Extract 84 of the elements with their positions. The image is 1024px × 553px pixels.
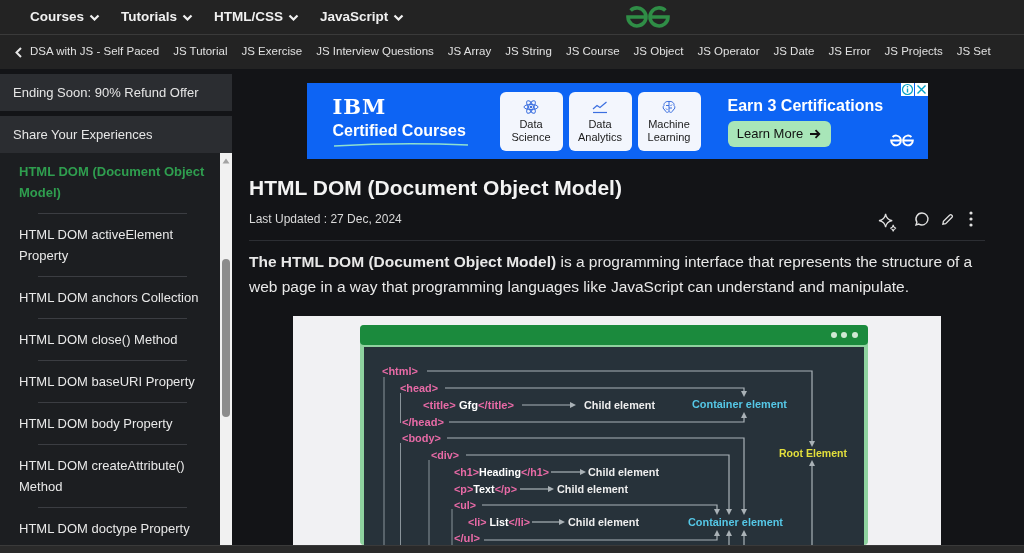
connector-arrow: [531, 519, 565, 525]
code-line: <title> Gfg</title>: [423, 399, 514, 411]
chevron-down-icon: [182, 13, 194, 21]
sidebar-link[interactable]: HTML DOM createAttribute() Method: [0, 445, 220, 507]
subnav-link[interactable]: JS Set: [956, 43, 991, 61]
diagram-label: Child element: [557, 483, 630, 495]
sidebar-link[interactable]: HTML DOM activeElement Property: [0, 214, 220, 276]
diagram-label: Container element: [692, 398, 788, 410]
promo-link[interactable]: Share Your Experiences: [0, 116, 232, 153]
category-card[interactable]: Data Analytics: [568, 91, 632, 151]
sidebar-link[interactable]: HTML DOM close() Method: [0, 319, 220, 360]
sidebar-link[interactable]: HTML DOM doctype Property: [0, 508, 220, 545]
window-dot-icon: [852, 332, 858, 338]
connector-arrow: [726, 530, 732, 545]
more-options-icon[interactable]: [969, 211, 973, 227]
chevron-down-icon: [89, 13, 101, 21]
close-icon[interactable]: [914, 83, 928, 96]
category-label: Data Analytics: [577, 117, 623, 144]
learn-more-button[interactable]: Learn More: [727, 121, 831, 147]
sidebar-link[interactable]: HTML DOM anchors Collection: [0, 277, 220, 318]
sidebar-link[interactable]: HTML DOM body Property: [0, 403, 220, 444]
brain-icon: [661, 98, 677, 115]
nav-menu-button[interactable]: HTML/CSS: [214, 10, 300, 24]
chevron-down-icon: [393, 13, 405, 21]
subnav-link[interactable]: JS Error: [828, 43, 871, 61]
nav-menu-button[interactable]: JavaScript: [320, 10, 405, 24]
pencil-icon[interactable]: [941, 212, 954, 226]
diagram-label: Root Element: [779, 447, 850, 459]
article-title: HTML DOM (Document Object Model): [249, 175, 623, 201]
sidebar-link[interactable]: HTML DOM baseURI Property: [0, 361, 220, 402]
ad-title: Earn 3 Certifications: [727, 96, 884, 116]
subnav-link[interactable]: DSA with JS - Self Paced: [30, 43, 160, 61]
nav-menu-button[interactable]: Tutorials: [121, 10, 194, 24]
brand-logo: IBM: [332, 95, 387, 118]
category-label: Machine Learning: [646, 117, 692, 144]
atom-icon: [523, 98, 539, 115]
window-dot-icon: [831, 332, 837, 338]
window-dot-icon: [841, 332, 847, 338]
connector-arrow: [741, 530, 747, 545]
subnav-link[interactable]: JS Tutorial: [173, 43, 228, 61]
last-updated: Last Updated : 27 Dec, 2024: [249, 211, 402, 228]
subnav-link[interactable]: JS Operator: [697, 43, 760, 61]
subnav-link[interactable]: JS Course: [565, 43, 620, 61]
site-logo[interactable]: [623, 5, 673, 29]
code-line: <ul>: [454, 499, 477, 511]
promo-link[interactable]: Ending Soon: 90% Refund Offer: [0, 74, 232, 111]
intro-paragraph: The HTML DOM (Document Object Model) is a programming interface that represents the structure of a web page in a way that programming languages like JavaScript can understand and manipulate.: [249, 252, 974, 297]
code-line: <p>Text</p>: [454, 483, 518, 495]
code-line: <html>: [382, 365, 419, 377]
nav-menu-button[interactable]: Courses: [30, 10, 101, 24]
ad-headline: Certified Courses: [332, 120, 466, 141]
code-line: <head>: [400, 382, 439, 394]
code-line: <h1>Heading</h1>: [454, 466, 550, 478]
diagram-label: Child element: [588, 466, 661, 478]
subnav-link[interactable]: JS Exercise: [241, 43, 303, 61]
nesting-line: [451, 508, 453, 545]
subnav-link[interactable]: JS Array: [447, 43, 492, 61]
category-card[interactable]: Data Science: [499, 91, 563, 151]
diagram-label: Child element: [584, 399, 657, 411]
nesting-line: [400, 392, 401, 424]
category-label: Data Science: [510, 117, 552, 144]
code-line: <body>: [402, 432, 442, 444]
chevron-down-icon: [288, 13, 300, 21]
code-line: </ul>: [454, 532, 480, 544]
diagram-label: Child element: [568, 516, 641, 528]
chevron-left-icon[interactable]: [15, 46, 22, 58]
code-line: </head>: [402, 416, 444, 428]
code-line: <li> List</li>: [468, 516, 531, 528]
info-icon[interactable]: [900, 83, 914, 96]
comment-icon[interactable]: [914, 211, 930, 227]
sparkle-icon[interactable]: [878, 212, 897, 232]
diagram-label: Container element: [688, 516, 784, 528]
sidebar-link[interactable]: HTML DOM (Document Object Model): [0, 153, 220, 213]
subnav-link[interactable]: JS String: [505, 43, 552, 61]
ad-banner[interactable]: IBM Certified Courses Data Science Data Analytics Machine Learning Earn 3 Certifications Learn More: [306, 83, 928, 159]
subnav-link[interactable]: JS Object: [633, 43, 684, 61]
logo-icon: [887, 134, 916, 147]
arrow-right-icon: [809, 129, 822, 139]
scrollbar-thumb[interactable]: [222, 259, 230, 417]
subnav-link[interactable]: JS Projects: [884, 43, 943, 61]
code-line: <div>: [431, 449, 460, 461]
category-card[interactable]: Machine Learning: [637, 91, 701, 151]
subnav-link[interactable]: JS Date: [773, 43, 815, 61]
subnav-link[interactable]: JS Interview Questions: [316, 43, 434, 61]
